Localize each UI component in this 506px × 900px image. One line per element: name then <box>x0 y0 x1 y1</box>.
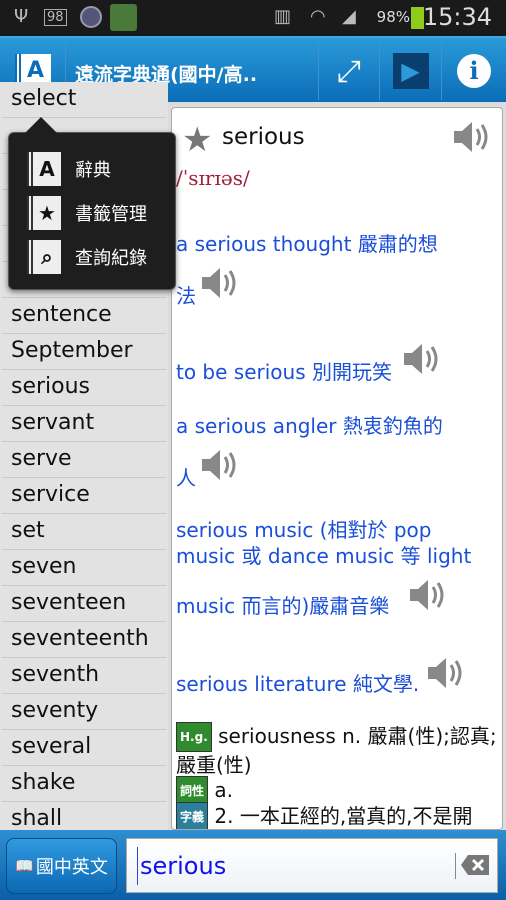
word-list-item[interactable]: seventeen <box>2 586 166 622</box>
signal-icon: ◢ <box>342 6 356 27</box>
status-bar: Ψ 98 ▥ ◠ ◢ 98% 15:34 <box>0 0 506 36</box>
headword: serious <box>222 124 305 150</box>
speaker-icon[interactable] <box>426 656 466 690</box>
derived-form: H.g. seriousness n. 嚴肅(性);認真;嚴重(性) <box>176 722 498 778</box>
clock: 15:34 <box>422 3 492 31</box>
search-field <box>126 838 498 893</box>
word-list-item[interactable]: several <box>2 730 166 766</box>
word-list-item[interactable]: serious <box>2 370 166 406</box>
speaker-icon[interactable] <box>452 120 492 154</box>
info-icon: i <box>457 54 491 88</box>
speaker-icon[interactable] <box>408 578 448 612</box>
sense-tag: 字義 <box>176 802 209 829</box>
navigation-menu: A 辭典 ★ 書籤管理 ⌕ 查詢紀錄 <box>8 117 176 290</box>
bookmark-icon: ★ <box>27 196 61 230</box>
pos-text: a. <box>214 778 233 802</box>
sense-text: 2. 一本正經的,當真的,不是開 <box>214 804 473 828</box>
word-list-item[interactable]: sentence <box>2 298 166 334</box>
menu-item-bookmarks[interactable]: ★ 書籤管理 <box>27 195 147 231</box>
word-list-item[interactable]: seven <box>2 550 166 586</box>
word-list-item[interactable]: seventeenth <box>2 622 166 658</box>
dictionary-name: 國中英文 <box>35 857 108 878</box>
play-icon: ▶ <box>392 53 429 89</box>
word-list-item[interactable]: shake <box>2 766 166 802</box>
menu-item-label: 辭典 <box>75 160 111 181</box>
speaker-glyph <box>404 344 438 374</box>
menu-item-dictionary[interactable]: A 辭典 <box>27 151 111 187</box>
word-list-item[interactable]: set <box>2 514 166 550</box>
hg-tag: H.g. <box>176 722 212 752</box>
wifi-icon: ◠ <box>310 6 326 27</box>
speaker-icon[interactable] <box>200 448 240 482</box>
clear-button[interactable] <box>455 853 489 879</box>
book-icon: 📖 <box>15 857 34 875</box>
word-list-item[interactable]: servant <box>2 406 166 442</box>
usb-icon: Ψ <box>14 6 29 27</box>
dictionary-icon: A <box>27 152 61 186</box>
speaker-icon[interactable] <box>200 266 240 300</box>
speaker-glyph <box>410 580 444 610</box>
speaker-glyph <box>428 658 462 688</box>
speaker-glyph <box>202 268 236 298</box>
vibrate-icon: ▥ <box>274 6 292 27</box>
info-button[interactable]: i <box>442 42 506 100</box>
example-text: music 或 dance music 等 light <box>176 544 472 568</box>
derived-text: seriousness n. 嚴肅(性);認真;嚴重(性) <box>176 724 497 777</box>
example-text: serious music (相對於 pop <box>176 518 432 542</box>
word-list-item[interactable]: seventh <box>2 658 166 694</box>
example-text: serious literature 純文學. <box>176 672 420 696</box>
target-app-icon <box>110 4 137 31</box>
example-text: music 而言的)嚴肅音樂 <box>176 594 390 618</box>
sense: 字義 2. 一本正經的,當真的,不是開 <box>176 802 498 829</box>
example-text: a serious thought 嚴肅的想 <box>176 232 438 256</box>
play-button[interactable]: ▶ <box>380 42 442 100</box>
speaker-glyph <box>454 122 488 152</box>
example-text: to be serious 別開玩笑 <box>176 360 392 384</box>
battery-percent: 98% <box>376 8 410 26</box>
search-bar: 📖 國中英文 <box>0 830 506 900</box>
speaker-icon[interactable] <box>402 342 442 376</box>
dictionary-select-button[interactable]: 📖 國中英文 <box>6 838 117 894</box>
entry-panel: ★ serious /ˈsɪrɪəs/ a serious thought 嚴肅… <box>171 107 503 830</box>
word-list-item[interactable]: September <box>2 334 166 370</box>
app-icon <box>80 6 102 28</box>
speaker-glyph <box>202 450 236 480</box>
example-text: a serious angler 熱衷釣魚的 <box>176 414 443 438</box>
word-list-item[interactable]: service <box>2 478 166 514</box>
phonetic: /ˈsɪrɪəs/ <box>176 166 250 190</box>
word-list-item[interactable]: serve <box>2 442 166 478</box>
fullscreen-button[interactable]: ⤢ <box>318 42 380 100</box>
example-text: 法 <box>176 284 196 308</box>
word-list-item[interactable]: shall <box>2 802 166 830</box>
example-text: 人 <box>176 466 196 490</box>
menu-item-label: 查詢紀錄 <box>75 248 147 269</box>
search-input[interactable] <box>137 847 447 885</box>
bookmark-star-icon[interactable]: ★ <box>182 120 212 160</box>
backspace-icon <box>461 855 489 875</box>
word-list-item[interactable]: seventy <box>2 694 166 730</box>
menu-item-label: 書籤管理 <box>75 204 147 225</box>
fullscreen-icon: ⤢ <box>337 53 361 89</box>
search-history-icon: ⌕ <box>27 240 61 274</box>
menu-item-history[interactable]: ⌕ 查詢紀錄 <box>27 239 147 275</box>
word-list-item[interactable]: select <box>2 82 166 118</box>
notification-badge-icon: 98 <box>44 9 67 26</box>
